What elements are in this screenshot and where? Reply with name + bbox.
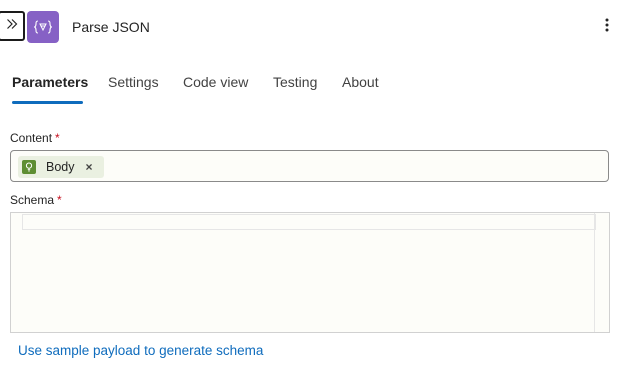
- tab-parameters[interactable]: Parameters: [12, 74, 88, 91]
- required-indicator: *: [57, 193, 62, 207]
- action-title: Parse JSON: [72, 19, 150, 35]
- content-input[interactable]: Body ×: [10, 150, 609, 182]
- schema-label: Schema *: [10, 193, 62, 207]
- token-label: Body: [46, 160, 75, 174]
- body-token[interactable]: Body ×: [18, 156, 104, 178]
- more-options-button[interactable]: [598, 16, 616, 38]
- tab-code-view[interactable]: Code view: [183, 74, 248, 91]
- content-label: Content *: [10, 131, 60, 145]
- active-tab-indicator: [12, 101, 83, 104]
- schema-label-text: Schema: [10, 193, 55, 207]
- more-vertical-icon: [605, 18, 609, 37]
- tab-about[interactable]: About: [342, 74, 379, 91]
- collapse-panel-button[interactable]: [0, 11, 25, 41]
- parse-json-icon: [27, 11, 59, 43]
- double-chevron-right-icon: [6, 17, 18, 35]
- schema-editor[interactable]: [10, 212, 610, 333]
- content-label-text: Content: [10, 131, 53, 145]
- remove-token-button[interactable]: ×: [86, 160, 93, 174]
- bulb-icon: [22, 160, 36, 174]
- tab-testing[interactable]: Testing: [273, 74, 317, 91]
- parse-json-panel: Parse JSON Parameters Settings Code view…: [0, 0, 617, 390]
- use-sample-payload-link[interactable]: Use sample payload to generate schema: [18, 343, 263, 359]
- tab-settings[interactable]: Settings: [108, 74, 159, 91]
- required-indicator: *: [55, 131, 60, 145]
- editor-scrollbar[interactable]: [594, 213, 609, 332]
- current-line-highlight: [22, 214, 596, 230]
